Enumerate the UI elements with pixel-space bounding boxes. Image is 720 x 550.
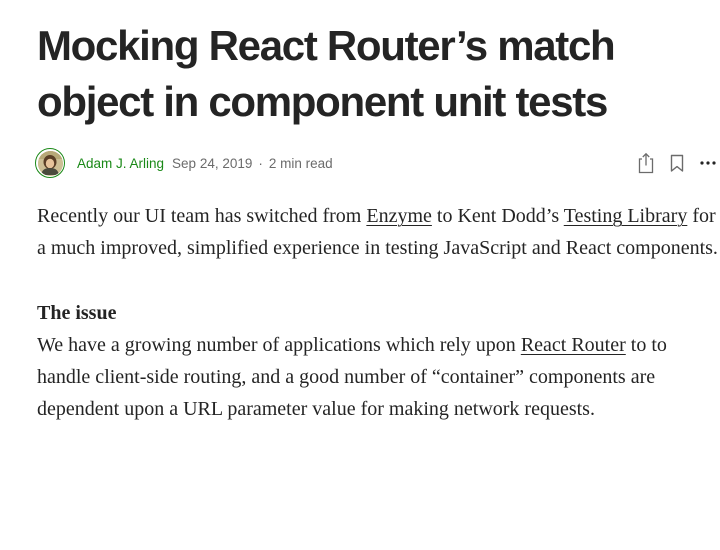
testing-library-link[interactable]: Testing Library — [564, 205, 688, 227]
bookmark-button[interactable] — [665, 151, 689, 175]
author-link[interactable]: Adam J. Arling — [77, 156, 164, 171]
more-options-button[interactable] — [696, 151, 720, 175]
avatar-photo — [37, 150, 63, 176]
article-body: Recently our UI team has switched from E… — [37, 200, 720, 425]
enzyme-link[interactable]: Enzyme — [366, 205, 432, 227]
share-button[interactable] — [634, 151, 658, 175]
share-icon — [638, 152, 654, 174]
more-options-icon — [700, 161, 716, 165]
publish-date: Sep 24, 2019 — [172, 155, 253, 171]
author-avatar[interactable] — [35, 148, 65, 178]
paragraph-text: We have a growing number of applications… — [37, 334, 521, 356]
article: Mocking React Router’s match object in c… — [0, 0, 720, 550]
bookmark-icon — [670, 154, 684, 172]
read-time: 2 min read — [268, 155, 333, 171]
article-actions — [634, 151, 720, 175]
meta-separator: · — [258, 155, 263, 171]
article-title: Mocking React Router’s match object in c… — [37, 22, 616, 125]
section-heading: The issue — [37, 302, 117, 324]
intro-paragraph: Recently our UI team has switched from E… — [37, 200, 720, 264]
react-router-link[interactable]: React Router — [521, 334, 626, 356]
avatar-image — [37, 150, 62, 175]
paragraph-text: Recently our UI team has switched from — [37, 205, 367, 227]
issue-paragraph: We have a growing number of applications… — [37, 329, 720, 425]
byline: Adam J. Arling Sep 24, 2019 · 2 min read — [35, 146, 720, 180]
paragraph-text: to Kent Dodd’s — [431, 205, 564, 227]
